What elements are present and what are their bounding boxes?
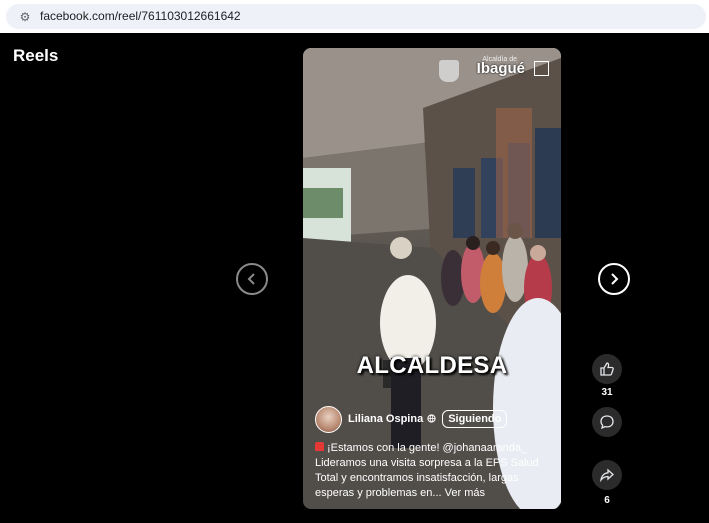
following-button[interactable]: Siguiendo	[442, 410, 508, 428]
url-field[interactable]: ⚙ facebook.com/reel/761103012661642	[6, 4, 706, 29]
description-text: ¡Estamos con la gente! @johanaaranda_ Li…	[315, 442, 539, 499]
city-crest-logo	[439, 60, 459, 82]
site-settings-icon[interactable]: ⚙	[18, 10, 32, 24]
video-caption-overlay: ALCALDESA	[356, 352, 508, 379]
watermark-text: Ibagué	[476, 60, 525, 77]
video-frame	[303, 48, 561, 509]
browser-address-bar: ⚙ facebook.com/reel/761103012661642	[0, 0, 709, 33]
chevron-left-icon	[247, 273, 255, 285]
share-button[interactable]	[592, 460, 622, 490]
watermark-logo	[534, 61, 549, 76]
chevron-right-icon	[611, 273, 619, 285]
reel-description: ¡Estamos con la gente! @johanaaranda_ Li…	[315, 441, 547, 501]
comment-button[interactable]	[592, 407, 622, 437]
url-text[interactable]: facebook.com/reel/761103012661642	[40, 9, 241, 24]
globe-icon	[427, 413, 436, 425]
siren-icon	[315, 442, 324, 451]
comment-icon	[600, 415, 614, 430]
like-button[interactable]	[592, 354, 622, 384]
reels-stage: Reels Alcaldía de Ibagué ALCALDESA Lilia…	[0, 33, 709, 523]
thumbs-up-icon	[600, 362, 614, 376]
page-title: Reels	[13, 46, 59, 65]
avatar[interactable]	[315, 405, 342, 433]
next-reel-button[interactable]	[598, 263, 630, 295]
share-icon	[600, 468, 614, 483]
like-count: 31	[601, 387, 613, 398]
previous-reel-button[interactable]	[236, 263, 268, 295]
reel-video[interactable]: Alcaldía de Ibagué ALCALDESA Liliana Osp…	[303, 48, 561, 509]
author-row: Liliana Ospina Siguiendo	[315, 405, 508, 433]
author-name[interactable]: Liliana Ospina	[348, 413, 423, 425]
share-count: 6	[604, 495, 610, 506]
see-more-link[interactable]: Ver más	[445, 487, 485, 499]
